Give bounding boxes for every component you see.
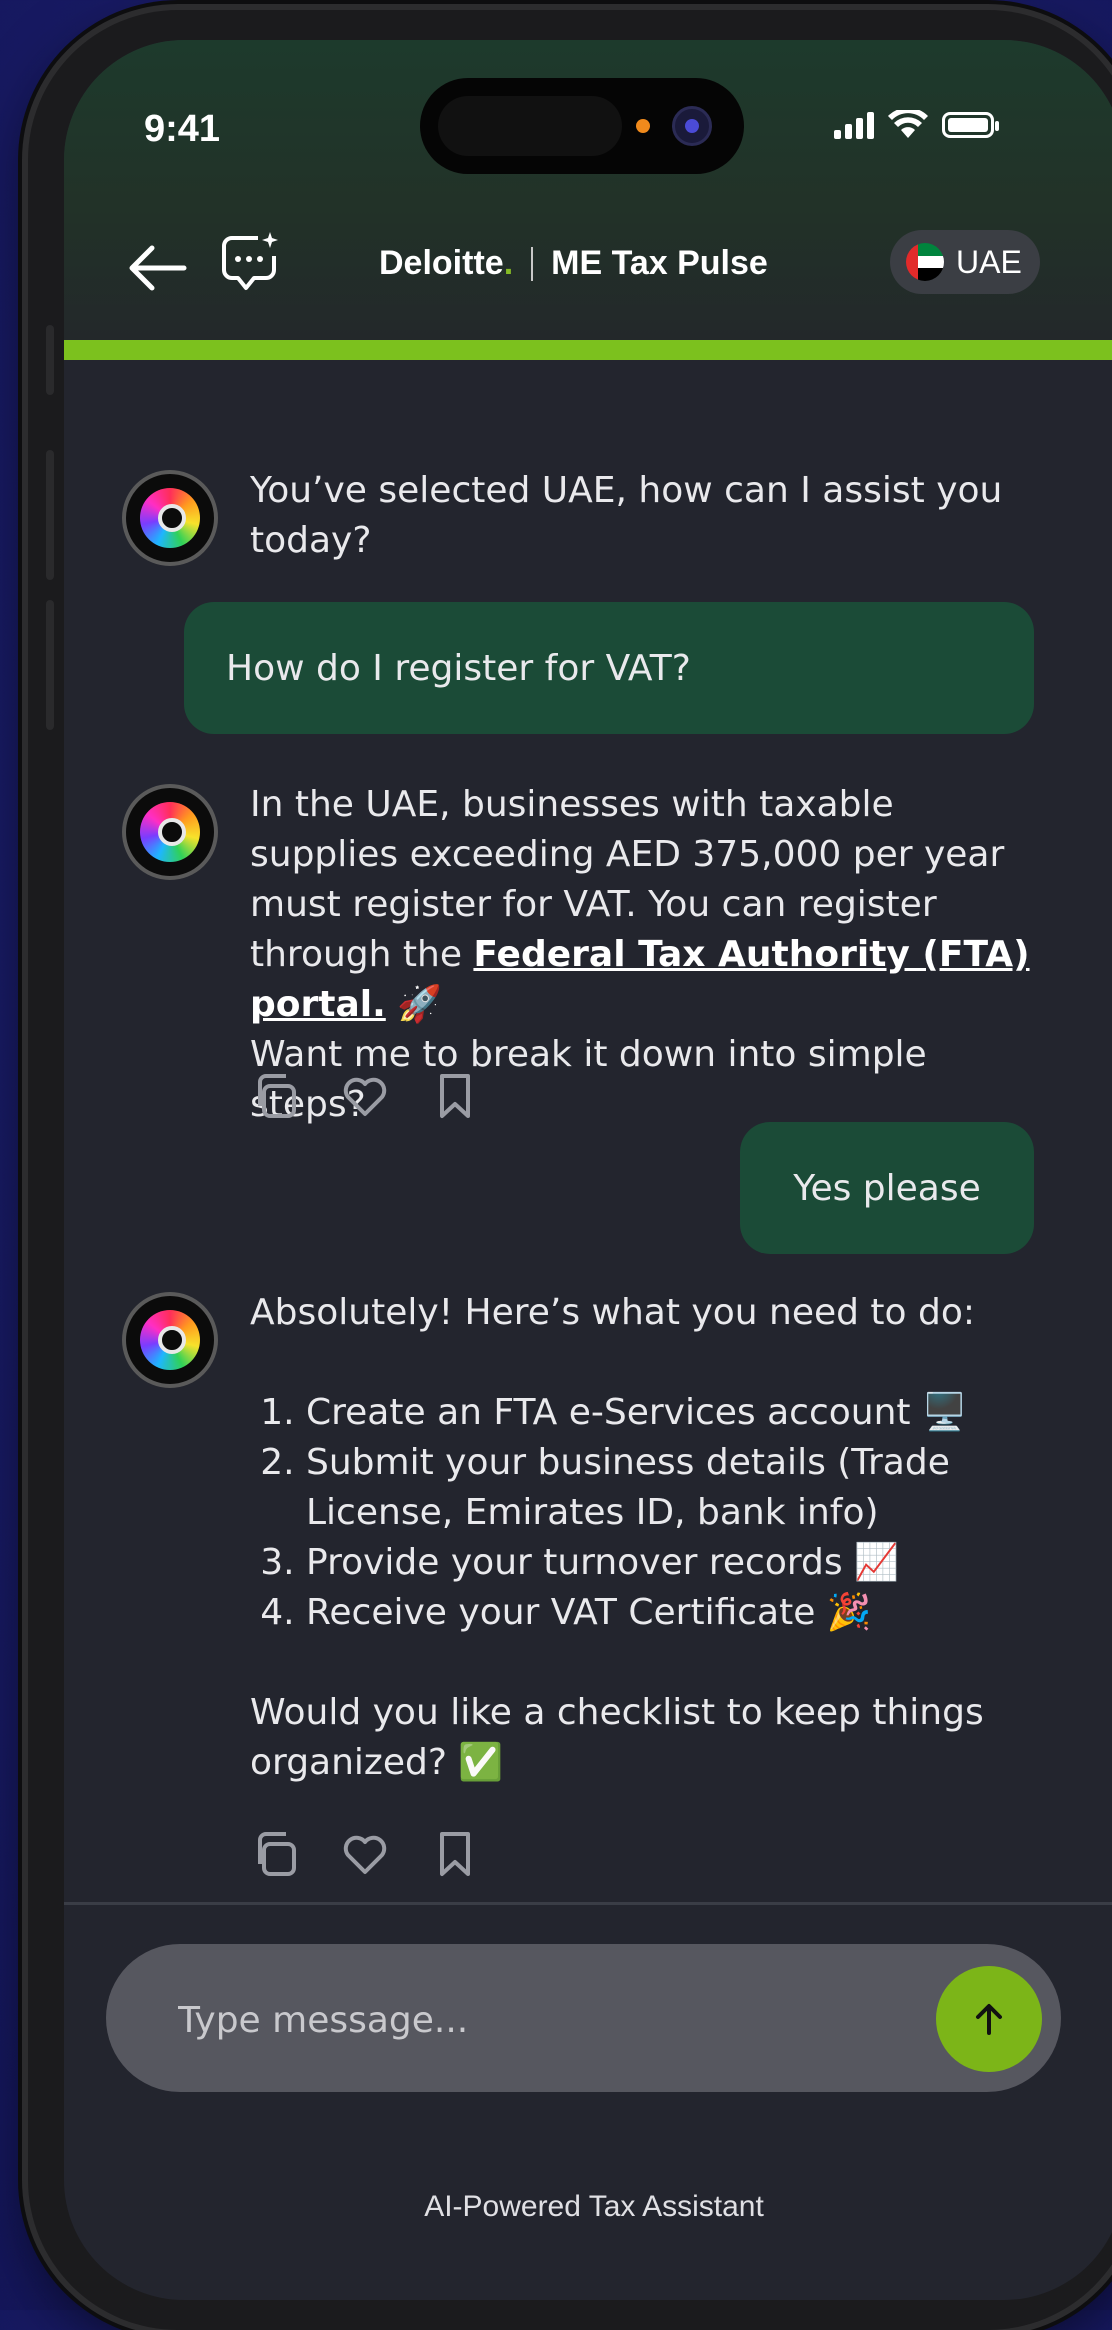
chat-sparkle-icon[interactable] (218, 230, 282, 294)
arrow-left-icon[interactable] (126, 240, 188, 296)
step-item: Submit your business details (Trade Lice… (306, 1438, 1040, 1538)
uae-flag-icon (906, 243, 944, 281)
mute-switch (46, 325, 54, 395)
heart-icon[interactable] (342, 1072, 388, 1120)
dynamic-island (420, 78, 744, 174)
assistant-avatar (122, 1292, 218, 1388)
composer-divider (64, 1902, 1112, 1905)
country-label: UAE (956, 243, 1022, 280)
wifi-icon (888, 110, 928, 138)
message-actions (252, 1072, 478, 1120)
send-button[interactable] (936, 1966, 1042, 2072)
message-intro: Absolutely! Here’s what you need to do: (250, 1292, 976, 1333)
assistant-avatar (122, 784, 218, 880)
step-item: Provide your turnover records 📈 (306, 1538, 1040, 1588)
steps-list: Create an FTA e-Services account 🖥️ Subm… (250, 1388, 1040, 1638)
country-selector[interactable]: UAE (890, 230, 1040, 294)
app-screen: 9:41 Deloitte. ME Tax Pulse UAE You’ve s… (64, 40, 1112, 2300)
top-nav: Deloitte. ME Tax Pulse UAE (64, 230, 1112, 310)
step-item: Receive your VAT Certificate 🎉 (306, 1588, 1040, 1638)
message-outro: Would you like a checklist to keep thing… (250, 1692, 984, 1783)
copy-icon[interactable] (252, 1830, 298, 1878)
bookmark-icon[interactable] (432, 1072, 478, 1120)
message-actions (252, 1830, 478, 1878)
assistant-avatar (122, 470, 218, 566)
status-icons (834, 110, 999, 140)
app-title: ME Tax Pulse (551, 244, 768, 282)
message-composer (106, 1944, 1061, 2092)
message-input[interactable] (176, 1984, 880, 2056)
header-accent-bar (64, 340, 1112, 360)
user-message-bubble: How do I register for VAT? (184, 602, 1034, 734)
bookmark-icon[interactable] (432, 1830, 478, 1878)
deloitte-logo: Deloitte (379, 244, 504, 282)
volume-up-button (46, 450, 54, 580)
status-time: 9:41 (144, 108, 221, 150)
brand-separator (531, 246, 534, 281)
volume-down-button (46, 600, 54, 730)
rocket-emoji: 🚀 (397, 984, 443, 1025)
user-message-text: How do I register for VAT? (226, 647, 691, 689)
arrow-up-icon (976, 2004, 1002, 2035)
copy-icon[interactable] (252, 1072, 298, 1120)
privacy-indicator (636, 119, 650, 133)
step-item: Create an FTA e-Services account 🖥️ (306, 1388, 1040, 1438)
brand-title: Deloitte. ME Tax Pulse (379, 244, 768, 283)
signal-icon (834, 111, 874, 139)
camera-icon (672, 106, 712, 146)
logo-dot: . (503, 244, 514, 282)
footer-note: AI-Powered Tax Assistant (424, 2190, 764, 2223)
user-message-bubble: Yes please (740, 1122, 1034, 1254)
user-message-text: Yes please (793, 1167, 981, 1209)
assistant-message: You’ve selected UAE, how can I assist yo… (250, 470, 1003, 561)
heart-icon[interactable] (342, 1830, 388, 1878)
battery-icon (942, 112, 999, 138)
assistant-message: Absolutely! Here’s what you need to do: … (250, 1288, 1040, 1788)
